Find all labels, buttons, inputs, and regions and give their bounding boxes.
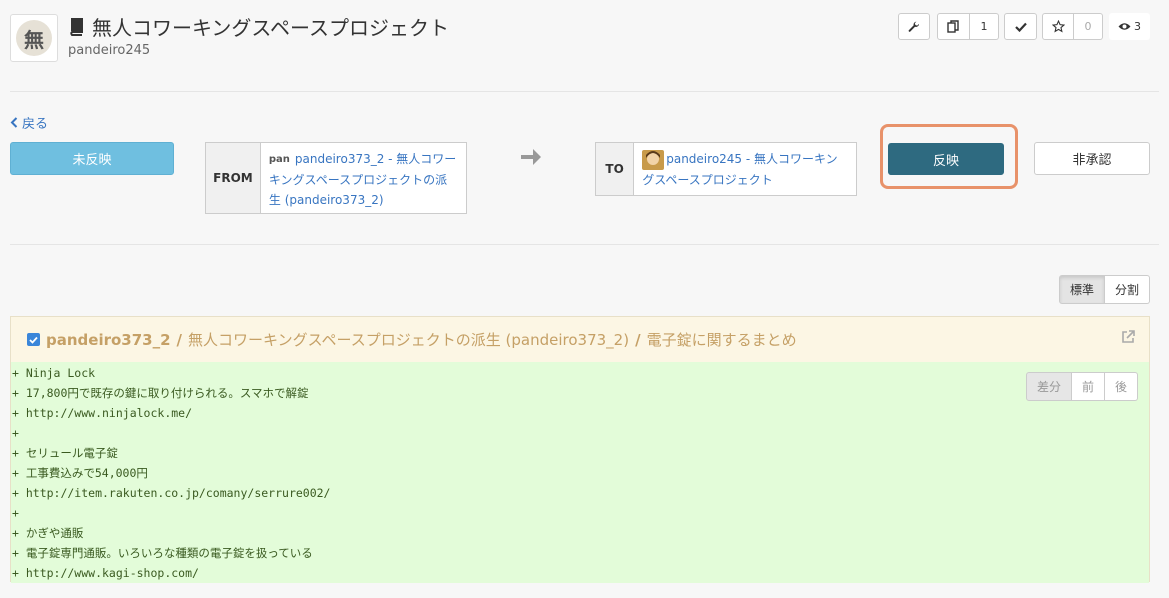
diff-user[interactable]: pandeiro373_2 xyxy=(46,331,171,349)
watch-button[interactable]: 3 xyxy=(1109,13,1150,40)
diff-page[interactable]: 電子錠に関するまとめ xyxy=(647,329,797,350)
from-box: FROM pan pandeiro373_2 - 無人コワーキングスペースプロジェ… xyxy=(205,142,467,214)
from-label: FROM xyxy=(206,143,261,213)
diff-line: + 電子錠専門通販。いろいろな種類の電子錠を扱っている xyxy=(12,546,313,560)
fork-count[interactable]: 1 xyxy=(970,13,999,40)
diff-header: pandeiro373_2 / 無人コワーキングスペースプロジェクトの派生 (p… xyxy=(11,317,1149,362)
back-link[interactable]: 戻る xyxy=(10,113,48,132)
diff-line: + 17,800円で既存の鍵に取り付けられる。スマホで解錠 xyxy=(12,386,309,400)
to-box: TO pandeiro245 - 無人コワーキングスペースプロジェクト xyxy=(595,142,857,196)
fork-group: 1 xyxy=(937,13,999,42)
from-text: pandeiro373_2 - 無人コワーキングスペースプロジェクトの派生 (p… xyxy=(268,152,457,207)
diff-line: + xyxy=(12,426,19,440)
to-label: TO xyxy=(596,143,635,195)
diff-line: + セリュール電子錠 xyxy=(12,446,118,460)
wrench-icon xyxy=(908,21,919,32)
arrow-right-icon xyxy=(521,149,541,165)
settings-group xyxy=(898,13,930,42)
book-icon xyxy=(70,17,83,36)
watch-group: 3 xyxy=(1109,13,1150,42)
back-label: 戻る xyxy=(22,117,49,132)
check-group xyxy=(1004,13,1037,42)
diff-line: + Ninja Lock xyxy=(12,366,96,380)
diff-separator: / xyxy=(176,330,183,349)
diff-separator-2: / xyxy=(635,330,641,349)
owner-name[interactable]: pandeiro245 xyxy=(68,43,150,58)
star-count[interactable]: 0 xyxy=(1074,13,1103,40)
diff-line: + http://item.rakuten.co.jp/comany/serru… xyxy=(12,486,331,500)
after-mode-button[interactable]: 後 xyxy=(1104,372,1138,401)
diff-nav: 差分 前 後 xyxy=(1025,372,1138,401)
watch-count: 3 xyxy=(1134,20,1141,33)
to-avatar xyxy=(642,149,665,170)
from-avatar: pan xyxy=(268,153,290,165)
check-button[interactable] xyxy=(1004,13,1037,40)
to-text: pandeiro245 - 無人コワーキングスペースプロジェクト xyxy=(642,152,838,187)
project-avatar[interactable]: 無 xyxy=(10,14,58,62)
copy-icon xyxy=(947,20,959,33)
diff-mode-button[interactable]: 差分 xyxy=(1025,372,1072,401)
diff-line: + http://www.kagi-shop.com/ xyxy=(12,566,199,580)
star-group: 0 xyxy=(1042,13,1103,42)
page-title: 無人コワーキングスペースプロジェクト xyxy=(68,12,449,41)
diff-panel: pandeiro373_2 / 無人コワーキングスペースプロジェクトの派生 (p… xyxy=(10,316,1150,583)
diff-line: + 工事費込みで54,000円 xyxy=(12,466,148,480)
before-mode-button[interactable]: 前 xyxy=(1071,372,1105,401)
chevron-left-icon xyxy=(10,117,18,128)
diff-line: + xyxy=(12,506,19,520)
diff-line: + http://www.ninjalock.me/ xyxy=(12,406,193,420)
eye-icon xyxy=(1118,23,1131,30)
to-link[interactable]: pandeiro245 - 無人コワーキングスペースプロジェクト xyxy=(634,143,856,195)
diff-line: + かぎや通販 xyxy=(12,526,84,540)
project-avatar-glyph: 無 xyxy=(16,20,52,56)
fork-button[interactable] xyxy=(937,13,970,40)
reject-button[interactable]: 非承認 xyxy=(1034,142,1150,175)
settings-button[interactable] xyxy=(898,13,930,40)
header-divider xyxy=(10,91,1159,92)
apply-button[interactable]: 反映 xyxy=(888,143,1004,175)
star-icon xyxy=(1051,20,1065,33)
external-link-icon[interactable] xyxy=(1121,330,1135,344)
section-divider xyxy=(10,244,1159,245)
check-icon xyxy=(1014,22,1027,32)
from-link[interactable]: pan pandeiro373_2 - 無人コワーキングスペースプロジェクトの派生… xyxy=(261,143,466,213)
view-toggle: 標準 分割 xyxy=(1059,275,1151,304)
checkmark-icon xyxy=(29,336,38,344)
status-badge: 未反映 xyxy=(10,142,174,175)
view-split-button[interactable]: 分割 xyxy=(1105,275,1151,304)
diff-project[interactable]: 無人コワーキングスペースプロジェクトの派生 (pandeiro373_2) xyxy=(188,329,629,350)
project-title: 無人コワーキングスペースプロジェクト xyxy=(92,16,449,40)
diff-checkbox[interactable] xyxy=(27,333,40,346)
view-standard-button[interactable]: 標準 xyxy=(1059,275,1106,304)
star-button[interactable] xyxy=(1042,13,1074,40)
diff-body: + Ninja Lock + 17,800円で既存の鍵に取り付けられる。スマホで… xyxy=(11,362,1149,583)
